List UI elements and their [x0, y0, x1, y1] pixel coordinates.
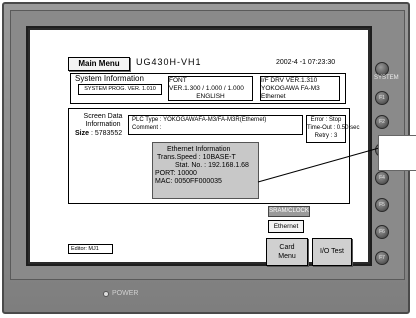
plc-type: PLC Type : YOKOGAWAFA-M3/FA-M3R(Ethernet…: [132, 117, 267, 123]
ethernet-station: Stat. No. : 192.168.1.68: [175, 162, 249, 169]
f5-key[interactable]: F5: [375, 198, 389, 212]
ethernet-speed: Trans.Speed : 10BASE-T: [157, 154, 236, 161]
system-prog-version: SYSTEM PROG. VER. 1.010: [78, 84, 162, 95]
callout-line: [257, 147, 380, 183]
font-language: ENGLISH: [196, 93, 225, 100]
card-menu-button[interactable]: Card Menu: [266, 238, 308, 266]
f7-key[interactable]: F7: [375, 251, 389, 265]
datetime: 2002-4 -1 07:23:30: [276, 59, 336, 66]
ethernet-button[interactable]: Ethernet: [268, 220, 304, 233]
driver-maker: YOKOGAWA FA-M3: [261, 85, 320, 92]
size-label: Size: [75, 130, 90, 137]
f6-key[interactable]: F6: [375, 225, 389, 239]
system-key[interactable]: [375, 62, 389, 76]
screen-data-label-line1: Screen Data: [83, 113, 123, 120]
card-menu-line2: Menu: [278, 253, 296, 260]
screen-data-label: Screen Data Information: [75, 113, 131, 129]
size-row: Size : 5783552: [75, 130, 122, 137]
power-led-icon: [103, 291, 109, 297]
system-key-label: SYSTEM: [374, 75, 399, 81]
size-value: : 5783552: [90, 130, 123, 137]
font-version: VER.1.300 / 1.000 / 1.000: [169, 85, 244, 92]
power-label: POWER: [112, 290, 139, 297]
card-menu-line1: Card: [279, 244, 295, 251]
plc-info-box: PLC Type : YOKOGAWAFA-M3/FA-M3R(Ethernet…: [128, 115, 303, 135]
system-info-title: System Information: [75, 74, 144, 83]
model-name: UG430H-VH1: [136, 57, 202, 67]
sram-clock-button[interactable]: SRAM/CLOCK: [268, 206, 310, 217]
driver-version: I/F DRV VER.1.310: [261, 77, 318, 84]
driver-info-box: I/F DRV VER.1.310 YOKOGAWA FA-M3 Etherne…: [260, 76, 340, 101]
timeout-setting: Time-Out : 0.50 sec: [307, 125, 360, 131]
error-settings-box: Error : Stop Time-Out : 0.50 sec Retry :…: [306, 115, 360, 143]
ethernet-mac: MAC: 0050FF000035: [155, 178, 222, 185]
ethernet-title: Ethernet Information: [167, 146, 231, 153]
plc-comment: Comment :: [132, 125, 162, 131]
editor-label: Editor: MJ1: [68, 244, 113, 254]
retry-setting: Retry : 3: [314, 133, 338, 139]
io-test-button[interactable]: I/O Test: [312, 238, 352, 266]
f2-key[interactable]: F2: [375, 115, 389, 129]
font-title: FONT: [169, 77, 187, 84]
ethernet-port: PORT: 10000: [155, 170, 197, 177]
f1-key[interactable]: F1: [375, 91, 389, 105]
main-menu-button[interactable]: Main Menu: [68, 57, 130, 71]
driver-type: Ethernet: [261, 93, 286, 100]
screen-data-label-line2: Information: [85, 121, 121, 128]
error-setting: Error : Stop: [310, 117, 342, 123]
font-info-box: FONT VER.1.300 / 1.000 / 1.000 ENGLISH: [168, 76, 253, 101]
ethernet-info-box: Ethernet Information Trans.Speed : 10BAS…: [152, 142, 259, 199]
callout-box: [378, 135, 416, 171]
